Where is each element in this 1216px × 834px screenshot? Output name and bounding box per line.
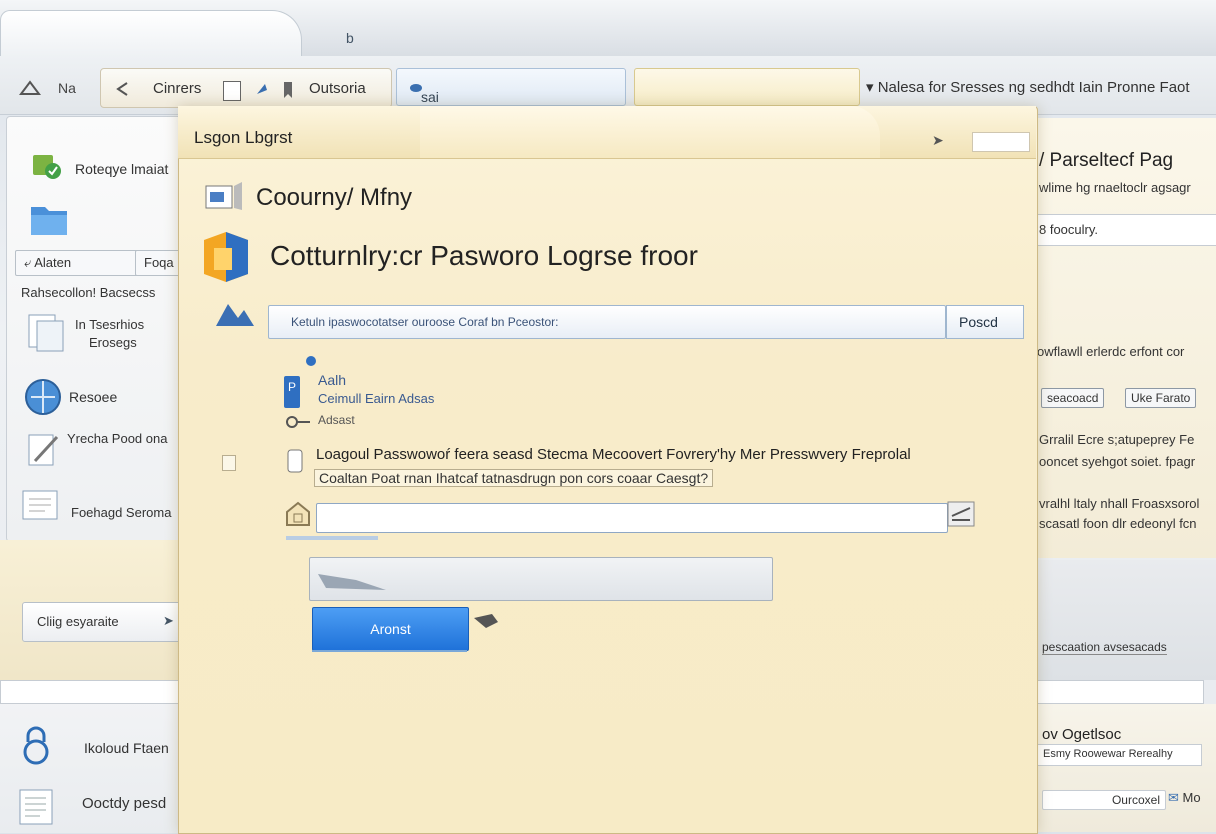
app-logo-icon: [198, 226, 254, 286]
right-para1-line1: Grralil Ecre s;atupeprey Fe: [1039, 432, 1195, 447]
section-title: Coourny/ Mfny: [256, 184, 413, 211]
lock-icon: [20, 726, 52, 766]
back-icon[interactable]: [113, 80, 131, 98]
account-name: Aalh: [318, 372, 347, 388]
search-text: sai Llorres nord.: [409, 79, 464, 137]
right-bottom-sub: Esmy Roowewar Rerealhy: [1043, 748, 1173, 760]
account-badge-icon: P: [284, 376, 300, 408]
right-button-2[interactable]: Uke Farato: [1125, 388, 1197, 408]
toolbar-group-label-2[interactable]: Outsoria: [309, 80, 366, 97]
right-link[interactable]: pescaation avsesacads: [1042, 640, 1167, 655]
account-email: Ceimull Eairn Adsas: [318, 391, 435, 406]
recovery-question: Coaltan Poat rnan Ihatcaf tatnasdrugn po…: [314, 469, 714, 487]
right-field-value: 8 fooculry.: [1039, 222, 1099, 237]
toolbar-right-text: ▾ Nalesa for Sresses ng sedhdt Iain Pron…: [866, 79, 1190, 96]
cursor-pointer-icon: [472, 612, 500, 630]
right-button-1[interactable]: seacoacd: [1041, 388, 1105, 408]
right-bottom-button-2[interactable]: ✉ Mo: [1168, 790, 1201, 806]
right-bottom-field[interactable]: Esmy Roowewar Rerealhy: [1036, 744, 1202, 766]
dialog-titlebar-field[interactable]: [972, 132, 1030, 152]
mail-icon: ✉: [1168, 790, 1183, 805]
recovery-message: Loagoul Passwowoŕ feera seasd Stecma Mec…: [316, 446, 911, 463]
copy-button[interactable]: Cliig esyaraite ➤: [22, 602, 182, 642]
right-subtitle: wlime hg rnaeltoclr agsagr: [1039, 180, 1191, 195]
user-card-icon: [204, 182, 244, 212]
right-para2-line2: scasatl foon dlr edeonyl fcn: [1039, 516, 1197, 531]
left-item-5[interactable]: Foehagd Seroma: [71, 505, 171, 520]
url-input[interactable]: Ketuln ipaswocotatser ouroose Coraf bn P…: [268, 305, 946, 339]
cursor-icon: ➤: [932, 132, 944, 148]
toolbar-address-field[interactable]: [634, 68, 860, 106]
dialog-title: Lsgon Lbgrst: [194, 128, 293, 147]
right-note: owflawll erlerdc erfont cor: [1037, 344, 1185, 359]
left-item-3[interactable]: Resoee: [69, 389, 117, 405]
input-underline: [286, 536, 378, 540]
toolbar-group-label-1[interactable]: Cinrers: [153, 80, 201, 97]
right-bottom-button-1[interactable]: Ourcoxel: [1042, 790, 1166, 810]
right-bottom-title: ov Ogetlsoc: [1042, 726, 1122, 743]
globe-icon: [23, 377, 63, 417]
right-lower-field[interactable]: [1036, 680, 1204, 704]
copy-button-label: Cliig esyaraite: [37, 614, 119, 629]
right-para1-line2: ooncet syehgot soiet. fpagr: [1039, 454, 1196, 469]
active-tab[interactable]: [0, 10, 302, 57]
url-text: Ketuln ipaswocotatser ouroose Coraf bn P…: [291, 315, 559, 329]
house-icon: [284, 500, 312, 528]
dialog-tab-wing: [420, 106, 880, 158]
left-item-2-line1[interactable]: In Tsesrhios: [75, 317, 144, 332]
phone-icon: [286, 448, 304, 474]
right-title: / Parseltecf Pag: [1039, 150, 1174, 171]
password-input[interactable]: [316, 503, 948, 533]
account-sub: Adsast: [318, 413, 355, 427]
folder-icon: [29, 197, 69, 237]
toolbar-search[interactable]: sai Llorres nord.: [396, 68, 626, 137]
browser-tab-strip: b: [0, 0, 1216, 57]
tab-caret: b: [346, 30, 354, 46]
left-item-4[interactable]: Yrecha Pood ona: [67, 431, 167, 446]
left-item-1[interactable]: Roteqye lmaiat: [75, 161, 168, 177]
left-item-2-line2[interactable]: Erosegs: [89, 335, 137, 350]
page-title: Cotturnlry:cr Pasworo Logrse froor: [270, 240, 698, 271]
document-icon: [21, 311, 69, 355]
pen-icon: [316, 566, 386, 592]
pin-icon[interactable]: [253, 80, 271, 98]
right-panel: / Parseltecf Pag wlime hg rnaeltoclr ags…: [1034, 118, 1216, 558]
bookmark-icon[interactable]: [281, 80, 295, 100]
toolbar-left-label[interactable]: Na: [58, 80, 76, 96]
key-icon: [286, 414, 312, 430]
toolbar-group: Cinrers Outsoria: [100, 68, 392, 108]
right-para2-line1: vralhl ltaly nhall Froasxsorol: [1039, 496, 1200, 511]
right-field[interactable]: 8 fooculry.: [1036, 214, 1216, 246]
dot-icon: [306, 356, 316, 366]
input-action-icon[interactable]: [946, 500, 976, 528]
submit-underline: [312, 650, 467, 652]
left-bottom-field[interactable]: [0, 680, 202, 704]
submit-button[interactable]: Aronst: [312, 607, 469, 651]
list-icon: [18, 788, 54, 828]
left-panel: Roteqye lmaiat ⤶ Alaten Foqa Rahsecollon…: [6, 116, 204, 542]
right-bottom-panel: ov Ogetlsoc Esmy Roowewar Rerealhy Ourco…: [1036, 704, 1216, 832]
pencil-icon: [23, 429, 63, 469]
chevron-right-icon: ➤: [163, 613, 174, 628]
notes-icon: [21, 487, 61, 523]
left-bottom-item-1[interactable]: Ikoloud Ftaen: [84, 740, 169, 756]
url-submit-button[interactable]: Poscd: [946, 305, 1024, 339]
page-icon[interactable]: [223, 81, 241, 101]
right-lower-panel: pescaation avsesacads: [1036, 560, 1216, 680]
home-icon[interactable]: [18, 76, 42, 98]
security-icon: [31, 151, 63, 181]
arrow-icon: ⤶: [24, 255, 35, 270]
confirm-input[interactable]: [309, 557, 773, 601]
left-heading: Rahsecollon! Bacsecss: [21, 285, 156, 300]
left-bottom-item-2[interactable]: Ooctdy pesd: [82, 795, 166, 812]
left-button-1[interactable]: ⤶ Alaten: [15, 250, 143, 276]
url-submit-label: Poscd: [959, 314, 998, 330]
remember-checkbox[interactable]: [222, 455, 236, 471]
arrow-icon: [214, 300, 258, 330]
